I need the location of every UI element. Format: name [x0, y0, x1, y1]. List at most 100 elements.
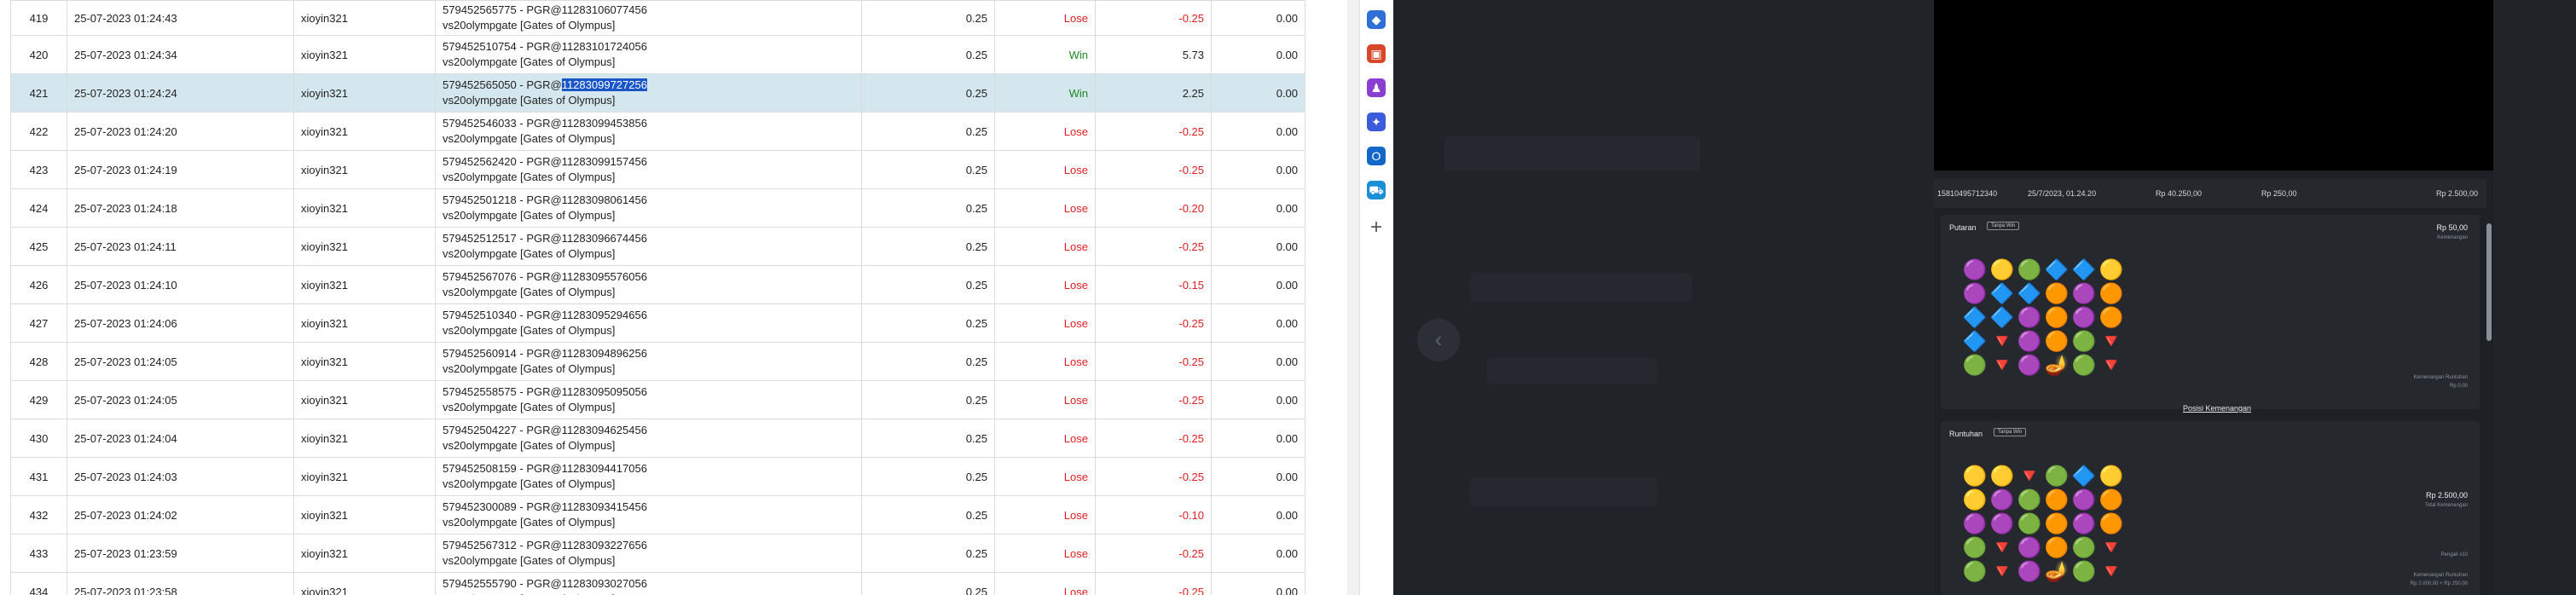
- row-datetime: 25-07-2023 01:24:05: [67, 380, 294, 419]
- tumble-side-value: Rp 2.000,00 + Rp 250,00: [2410, 581, 2468, 586]
- table-row[interactable]: 424 25-07-2023 01:24:18 xioyin321 579452501…: [10, 188, 1305, 228]
- copilot-icon[interactable]: ✦: [1367, 113, 1386, 131]
- round-win: Rp 2.500,00: [2435, 189, 2478, 198]
- tag-icon[interactable]: ◆: [1367, 10, 1386, 29]
- slot-symbol: 🔻: [1989, 536, 2015, 558]
- table-row[interactable]: 425 25-07-2023 01:24:11 xioyin321 579452512…: [10, 227, 1305, 266]
- game-name: vs20olympgate [Gates of Olympus]: [443, 94, 616, 107]
- game-name: vs20olympgate [Gates of Olympus]: [443, 439, 616, 452]
- table-row[interactable]: 428 25-07-2023 01:24:05 xioyin321 579452560…: [10, 342, 1305, 381]
- row-number: 427: [10, 303, 67, 343]
- game-name: vs20olympgate [Gates of Olympus]: [443, 324, 616, 337]
- shopping-icon[interactable]: ⛟: [1367, 181, 1386, 199]
- row-bet: 0.25: [861, 188, 995, 228]
- ticket-line: 579452546033 - PGR@11283099453856: [443, 116, 854, 131]
- row-datetime: 25-07-2023 01:24:10: [67, 265, 294, 304]
- add-icon[interactable]: +: [1367, 217, 1386, 238]
- row-ticket-info: 579452510754 - PGR@11283101724056 vs20oly…: [435, 35, 862, 74]
- slot-symbol: 🔷: [2071, 465, 2097, 487]
- table-row[interactable]: 422 25-07-2023 01:24:20 xioyin321 579452546…: [10, 112, 1305, 151]
- ticket-id: 579452504227 - PGR@11283094625456: [443, 424, 647, 436]
- slot-symbol: 🪔: [2044, 354, 2069, 376]
- toolbox-icon[interactable]: ▣: [1367, 44, 1386, 63]
- table-row[interactable]: 431 25-07-2023 01:24:03 xioyin321 579452508…: [10, 457, 1305, 496]
- tumble-multiplier: Pengali x10: [2440, 552, 2468, 557]
- row-result: Lose: [994, 495, 1096, 534]
- row-result: Win: [994, 73, 1096, 113]
- slot-symbol: 🟣: [2017, 354, 2042, 376]
- table-row[interactable]: 427 25-07-2023 01:24:06 xioyin321 579452510…: [10, 303, 1305, 343]
- game-name: vs20olympgate [Gates of Olympus]: [443, 170, 616, 183]
- winning-position-link[interactable]: Posisi Kemenangan: [2183, 404, 2251, 413]
- slot-symbol: 🟠: [2098, 306, 2124, 328]
- modal-scrollbar[interactable]: [2486, 223, 2492, 341]
- row-result: Lose: [994, 0, 1096, 36]
- ticket-line: 579452567312 - PGR@11283093227656: [443, 538, 854, 553]
- slot-symbol: 🟣: [2071, 282, 2097, 304]
- table-scrollbar[interactable]: [1347, 0, 1359, 595]
- row-result: Lose: [994, 265, 1096, 304]
- spin-title: Putaran: [1949, 223, 1977, 232]
- slot-symbol: 🔻: [1989, 560, 2015, 582]
- game-name: vs20olympgate [Gates of Olympus]: [443, 592, 854, 595]
- game-name: vs20olympgate [Gates of Olympus]: [443, 19, 616, 32]
- previous-arrow-button[interactable]: ‹: [1417, 319, 1460, 361]
- outlook-icon[interactable]: O: [1367, 147, 1386, 165]
- browser-sidebar: ◆ ▣ ♟ ✦ O ⛟ +: [1359, 0, 1394, 595]
- ticket-line: 579452512517 - PGR@11283096674456: [443, 231, 854, 246]
- page-backdrop-right: [2493, 0, 2576, 595]
- row-bet: 0.25: [861, 534, 995, 573]
- row-datetime: 25-07-2023 01:24:19: [67, 150, 294, 189]
- row-bet: 0.25: [861, 0, 995, 36]
- slot-symbol: 🔻: [1989, 330, 2015, 352]
- row-datetime: 25-07-2023 01:24:04: [67, 419, 294, 458]
- table-row[interactable]: 430 25-07-2023 01:24:04 xioyin321 579452504…: [10, 419, 1305, 458]
- table-row[interactable]: 423 25-07-2023 01:24:19 xioyin321 579452562…: [10, 150, 1305, 189]
- table-row[interactable]: 426 25-07-2023 01:24:10 xioyin321 579452567…: [10, 265, 1305, 304]
- row-datetime: 25-07-2023 01:24:43: [67, 0, 294, 36]
- table-row[interactable]: 420 25-07-2023 01:24:34 xioyin321 579452510…: [10, 35, 1305, 74]
- ticket-id: 579452567312 - PGR@11283093227656: [443, 539, 647, 552]
- row-ticket-info: 579452558575 - PGR@11283095095056 vs20oly…: [435, 380, 862, 419]
- video-area: [1934, 0, 2493, 170]
- row-result: Lose: [994, 380, 1096, 419]
- table-row[interactable]: 421 25-07-2023 01:24:24 xioyin321 579452565…: [10, 73, 1305, 113]
- ticket-line: 579452567076 - PGR@11283095576056: [443, 269, 854, 285]
- row-number: 433: [10, 534, 67, 573]
- row-winlose: -0.25: [1095, 342, 1212, 381]
- slot-symbol: 🔻: [2098, 560, 2124, 582]
- slot-symbol: 🔷: [2044, 258, 2069, 280]
- slot-symbol: 🟢: [2044, 465, 2069, 487]
- row-username: xioyin321: [293, 112, 436, 151]
- row-datetime: 25-07-2023 01:24:02: [67, 495, 294, 534]
- row-commission: 0.00: [1211, 35, 1305, 74]
- game-name: vs20olympgate [Gates of Olympus]: [443, 362, 616, 375]
- row-username: xioyin321: [293, 73, 436, 113]
- bet-history-table: 419 25-07-2023 01:24:43 xioyin321 579452565…: [10, 0, 1305, 595]
- game-name: vs20olympgate [Gates of Olympus]: [443, 209, 616, 222]
- table-row[interactable]: 432 25-07-2023 01:24:02 xioyin321 579452300…: [10, 495, 1305, 534]
- ticket-id: 579452508159 - PGR@11283094417056: [443, 462, 647, 475]
- row-winlose: -0.25: [1095, 112, 1212, 151]
- tumble-amount-label: Total Kemenangan: [2424, 503, 2468, 508]
- row-winlose: -0.15: [1095, 265, 1212, 304]
- table-row[interactable]: 419 25-07-2023 01:24:43 xioyin321 579452565…: [10, 0, 1305, 36]
- slot-symbol: 🪔: [2044, 560, 2069, 582]
- slot-symbol: 🟠: [2044, 488, 2069, 511]
- games-icon[interactable]: ♟: [1367, 78, 1386, 97]
- row-username: xioyin321: [293, 35, 436, 74]
- row-ticket-info: 579452565050 - PGR@11283099727256 vs20oly…: [435, 73, 862, 113]
- table-row[interactable]: 434 25-07-2023 01:23:58 xioyin321 579452555…: [10, 572, 1305, 595]
- ticket-selected-text: 11283099727256: [561, 78, 647, 91]
- row-commission: 0.00: [1211, 112, 1305, 151]
- slot-symbol: 🟣: [1989, 488, 2015, 511]
- row-datetime: 25-07-2023 01:23:58: [67, 572, 294, 595]
- ticket-id: 579452565775 - PGR@11283106077456: [443, 3, 647, 16]
- row-winlose: -0.25: [1095, 150, 1212, 189]
- game-name: vs20olympgate [Gates of Olympus]: [443, 554, 616, 567]
- row-commission: 0.00: [1211, 73, 1305, 113]
- table-row[interactable]: 429 25-07-2023 01:24:05 xioyin321 579452558…: [10, 380, 1305, 419]
- slot-symbol: 🟣: [2071, 512, 2097, 534]
- table-row[interactable]: 433 25-07-2023 01:23:59 xioyin321 579452567…: [10, 534, 1305, 573]
- row-result: Lose: [994, 419, 1096, 458]
